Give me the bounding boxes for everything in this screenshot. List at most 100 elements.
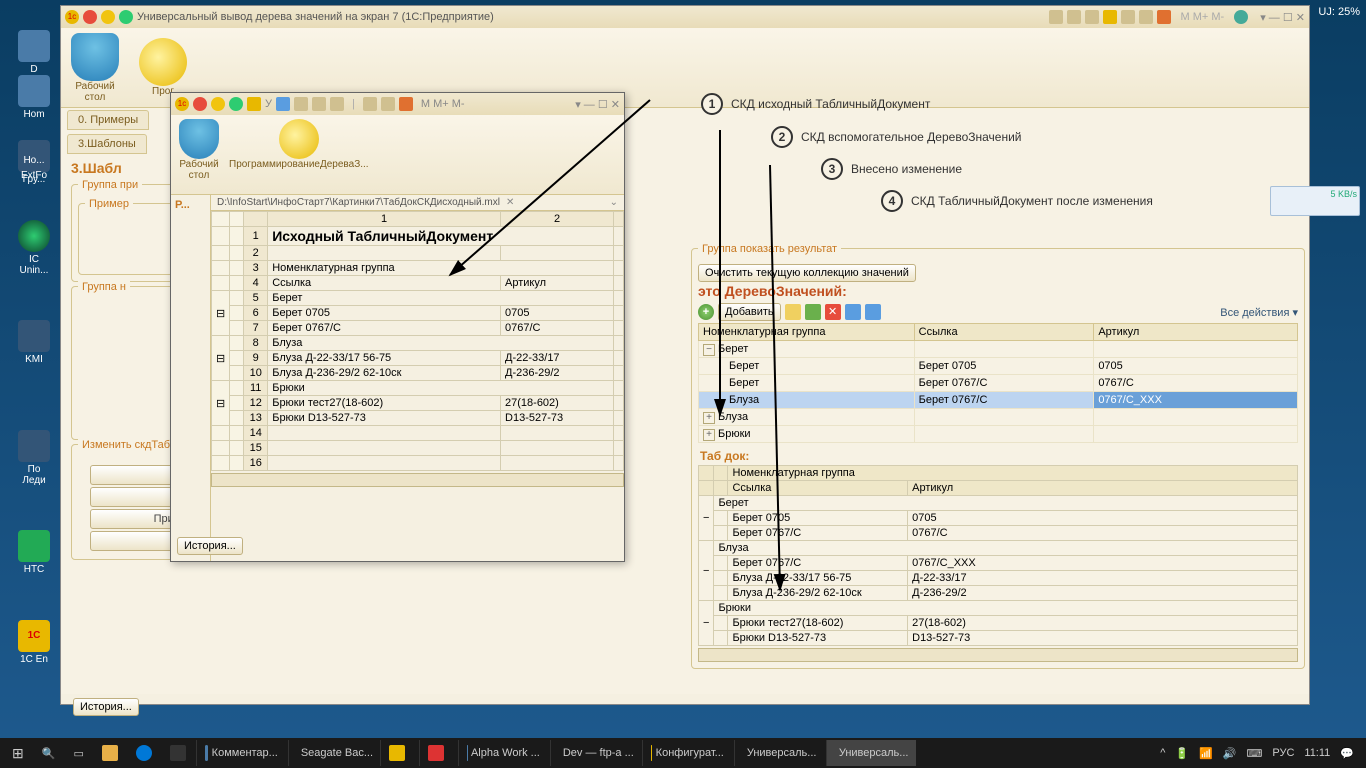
- save-icon[interactable]: [276, 97, 290, 111]
- expand-icon[interactable]: +: [703, 429, 715, 441]
- close-icon[interactable]: [193, 97, 207, 111]
- m-buttons[interactable]: M M+ M-: [1181, 11, 1225, 23]
- taskbar-task[interactable]: Alpha Work ...: [458, 740, 548, 766]
- tab-examples[interactable]: 0. Примеры: [67, 110, 149, 130]
- desktop-icon[interactable]: Unin...: [10, 265, 58, 276]
- expand-icon[interactable]: +: [703, 412, 715, 424]
- edge-icon[interactable]: [128, 740, 160, 766]
- network-icon[interactable]: 📶: [1199, 747, 1213, 760]
- taskbar-task[interactable]: [380, 740, 417, 766]
- search-icon[interactable]: 🔍: [34, 740, 64, 766]
- start-button[interactable]: ⊞: [4, 740, 32, 766]
- taskbar-task[interactable]: Универсаль...: [826, 740, 916, 766]
- calc-icon[interactable]: [381, 97, 395, 111]
- undo-icon[interactable]: У: [265, 98, 272, 110]
- taskbar-task[interactable]: Dev — ftp-a ...: [550, 740, 640, 766]
- collapse-icon[interactable]: ⊟: [212, 291, 230, 336]
- clock[interactable]: 11:11: [1304, 747, 1330, 759]
- grid-row[interactable]: Берет 0767/С0767/С_XXX: [699, 556, 1298, 571]
- tool-icon[interactable]: [330, 97, 344, 111]
- star-icon[interactable]: [247, 97, 261, 111]
- desktop-icon[interactable]: ExtFo: [10, 170, 58, 181]
- task-view-icon[interactable]: ▭: [65, 740, 91, 766]
- window-controls[interactable]: ▾ — ☐ ✕: [575, 98, 620, 111]
- taskbar-task[interactable]: [419, 740, 456, 766]
- star-icon[interactable]: [1103, 10, 1117, 24]
- minimize-icon[interactable]: [101, 10, 115, 24]
- keyboard-icon[interactable]: ⌨: [1246, 747, 1262, 760]
- programming-nav[interactable]: Прог: [139, 38, 187, 97]
- collapse-icon[interactable]: ⊟: [212, 336, 230, 381]
- side-tab[interactable]: Р...: [171, 195, 211, 561]
- grid-row[interactable]: −Берет: [699, 496, 1298, 511]
- battery-icon[interactable]: 🔋: [1175, 747, 1189, 760]
- all-actions-menu[interactable]: Все действия ▾: [1220, 306, 1298, 319]
- taskbar-task[interactable]: Seagate Bac...: [288, 740, 378, 766]
- tree-row[interactable]: +Блуза: [699, 409, 1298, 426]
- desktop-nav[interactable]: Рабочий стол: [179, 119, 219, 190]
- copy-icon[interactable]: [785, 304, 801, 320]
- calendar-icon[interactable]: [1157, 10, 1171, 24]
- tab-templates[interactable]: 3.Шаблоны: [67, 134, 147, 154]
- taskbar-task[interactable]: Конфигурат...: [642, 740, 732, 766]
- history-button[interactable]: История...: [177, 537, 243, 555]
- window-controls[interactable]: ▾ — ☐ ✕: [1260, 11, 1305, 24]
- print-icon[interactable]: [1067, 10, 1081, 24]
- grid-row[interactable]: Брюки тест27(18-602)27(18-602): [699, 616, 1298, 631]
- grid-row[interactable]: −Брюки: [699, 601, 1298, 616]
- grid-row[interactable]: Берет 07050705: [699, 511, 1298, 526]
- minimize-icon[interactable]: [211, 97, 225, 111]
- language-indicator[interactable]: РУС: [1272, 747, 1294, 759]
- delete-icon[interactable]: ✕: [825, 304, 841, 320]
- doc-tab[interactable]: D:\InfoStart\ИнфоСтарт7\Картинки7\ТабДок…: [211, 195, 624, 211]
- collapse-icon[interactable]: −: [703, 344, 715, 356]
- calc-icon[interactable]: [1139, 10, 1153, 24]
- desktop-icon[interactable]: 1C1C En: [10, 620, 58, 665]
- edit-icon[interactable]: [805, 304, 821, 320]
- maximize-icon[interactable]: [119, 10, 133, 24]
- grid-row[interactable]: Брюки D13-527-73D13-527-73: [699, 631, 1298, 646]
- tree-row-selected[interactable]: БлузаБерет 0767/С0767/С_XXX: [699, 392, 1298, 409]
- taskbar-task[interactable]: Комментар...: [196, 740, 286, 766]
- desktop-icon[interactable]: IC: [10, 220, 58, 265]
- add-button[interactable]: Добавить: [718, 303, 781, 321]
- collapse-icon[interactable]: ⊟: [212, 381, 230, 426]
- move-down-icon[interactable]: [865, 304, 881, 320]
- history-button[interactable]: История...: [73, 698, 139, 716]
- volume-icon[interactable]: 🔊: [1223, 747, 1237, 760]
- desktop-icon[interactable]: D: [10, 30, 58, 75]
- desktop-icon[interactable]: По: [10, 430, 58, 475]
- clear-collection-button[interactable]: Очистить текущую коллекцию значений: [698, 264, 916, 282]
- desktop-icon[interactable]: KMI: [10, 320, 58, 365]
- grid-row[interactable]: Блуза Д-236-29/2 62-10скД-236-29/2: [699, 586, 1298, 601]
- doc-grid[interactable]: 12 1Исходный ТабличныйДокумент 2 3Номенк…: [211, 211, 624, 471]
- tree-row[interactable]: БеретБерет 0767/С0767/С: [699, 375, 1298, 392]
- tray-chevron-icon[interactable]: ^: [1160, 747, 1165, 759]
- help-icon[interactable]: [1234, 10, 1248, 24]
- tool-icon[interactable]: [363, 97, 377, 111]
- tree-row[interactable]: +Брюки: [699, 426, 1298, 443]
- desktop-icon[interactable]: Но...: [10, 155, 58, 166]
- notifications-icon[interactable]: 💬: [1340, 747, 1354, 760]
- desktop-icon[interactable]: Леди: [10, 475, 58, 486]
- maximize-icon[interactable]: [229, 97, 243, 111]
- file-explorer-icon[interactable]: [94, 740, 126, 766]
- move-up-icon[interactable]: [845, 304, 861, 320]
- desktop-icon[interactable]: HTC: [10, 530, 58, 575]
- close-tab-icon[interactable]: ✕: [506, 197, 514, 208]
- add-icon[interactable]: +: [698, 304, 714, 320]
- close-icon[interactable]: [83, 10, 97, 24]
- system-tray[interactable]: ^ 🔋 📶 🔊 ⌨ РУС 11:11 💬: [1160, 747, 1362, 760]
- tool-icon[interactable]: [1049, 10, 1063, 24]
- h-scrollbar[interactable]: [698, 648, 1298, 662]
- desktop-icon[interactable]: Hom: [10, 75, 58, 120]
- desktop-nav[interactable]: Рабочий стол: [71, 33, 119, 103]
- tree-row[interactable]: −Берет: [699, 341, 1298, 358]
- programming-nav[interactable]: ПрограммированиеДереваЗ...: [229, 119, 369, 190]
- m-buttons[interactable]: M M+ M-: [421, 98, 465, 110]
- taskbar-task[interactable]: Универсаль...: [734, 740, 824, 766]
- grid-row[interactable]: Берет 0767/С0767/С: [699, 526, 1298, 541]
- grid-row[interactable]: −Блуза: [699, 541, 1298, 556]
- store-icon[interactable]: [162, 740, 194, 766]
- tree-row[interactable]: БеретБерет 07050705: [699, 358, 1298, 375]
